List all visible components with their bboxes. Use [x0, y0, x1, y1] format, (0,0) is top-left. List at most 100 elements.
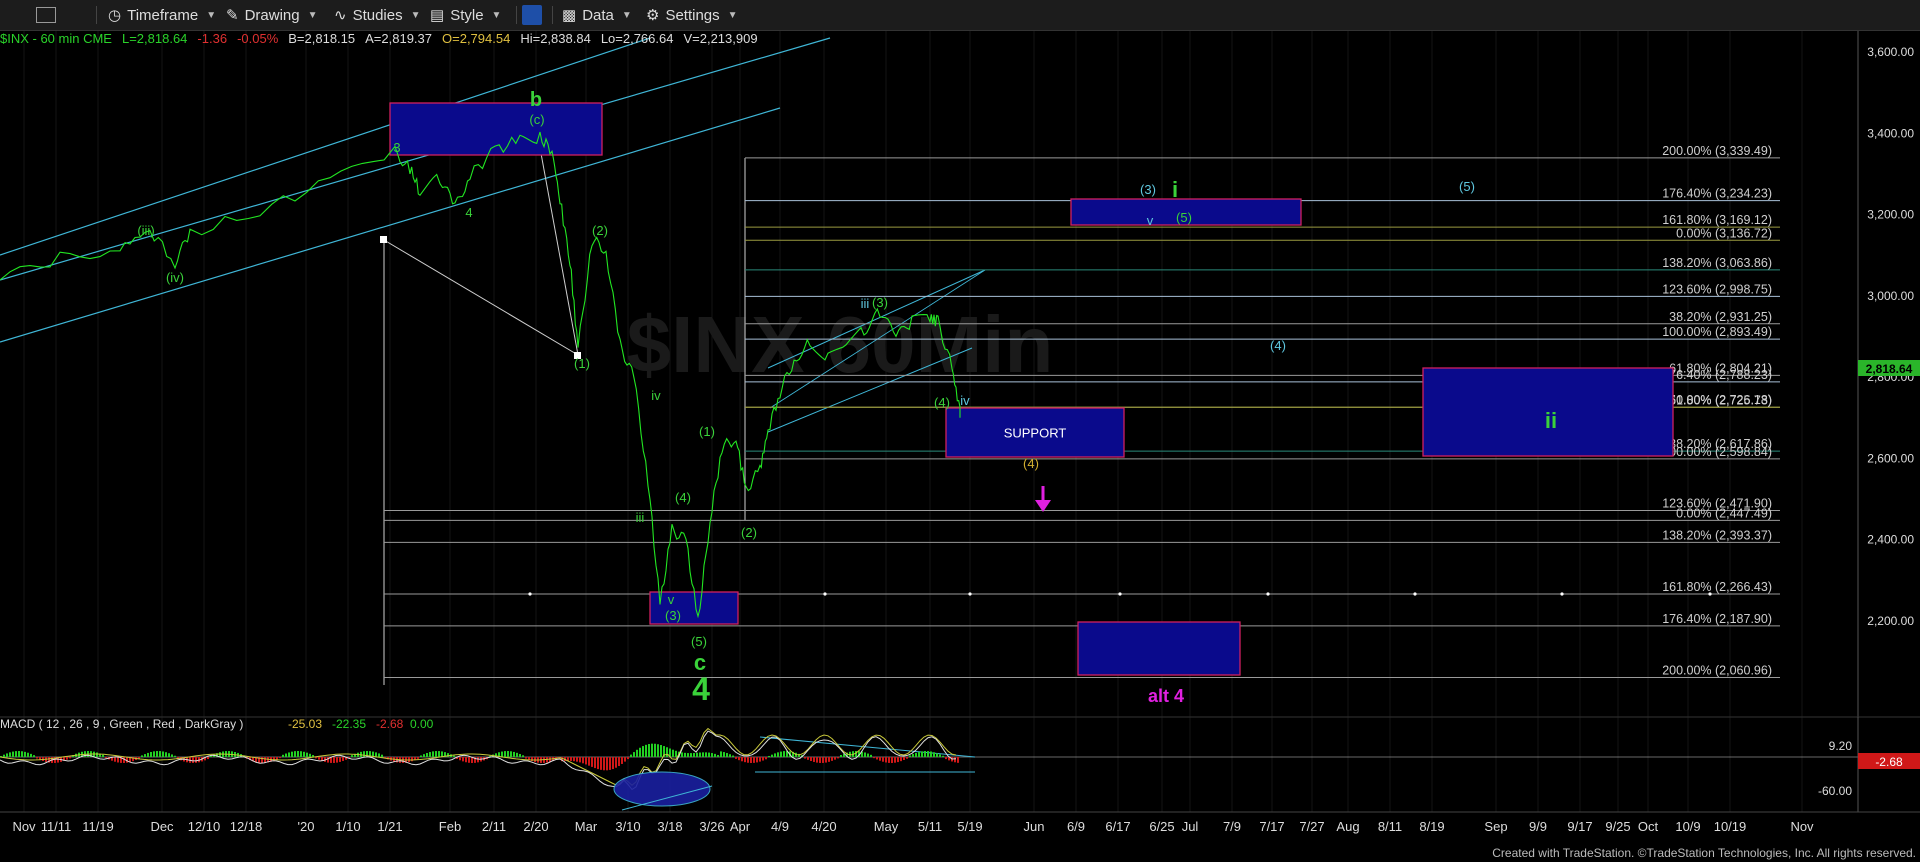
layout-button[interactable] — [522, 4, 542, 26]
volume: V=2,213,909 — [683, 31, 758, 46]
chevron-down-icon: ▼ — [491, 9, 502, 21]
macd-histogram-bar — [837, 757, 839, 759]
layout-icon — [522, 5, 542, 25]
macd-histogram-bar — [714, 753, 716, 757]
high-price: Hi=2,838.84 — [520, 31, 591, 46]
wave-label: (4) — [675, 490, 691, 505]
svg-text:-2.68: -2.68 — [376, 717, 404, 731]
symbol-label: $INX - 60 min CME — [0, 31, 112, 46]
time-tick-label: Dec — [150, 819, 174, 834]
wave-label: (3) — [1140, 182, 1156, 197]
gear-icon: ⚙ — [646, 7, 660, 24]
zone-box[interactable] — [1077, 621, 1241, 676]
macd-histogram-bar — [150, 751, 152, 757]
macd-histogram-bar — [915, 752, 917, 757]
macd-histogram-bar — [30, 753, 32, 757]
time-tick-label: 2/20 — [523, 819, 548, 834]
macd-histogram-bar — [633, 752, 635, 757]
wave-label: 4 — [465, 205, 472, 220]
wave-label: ii — [1545, 408, 1557, 433]
macd-histogram-bar — [753, 757, 755, 763]
svg-text:-25.03: -25.03 — [288, 717, 322, 731]
macd-histogram-bar — [168, 753, 170, 757]
macd-histogram-bar — [15, 751, 17, 757]
macd-histogram-bar — [780, 751, 782, 757]
macd-histogram-bar — [291, 751, 293, 757]
zone-box[interactable] — [389, 102, 603, 156]
fib-label: 38.20% (2,931.25) — [1669, 310, 1772, 324]
wave-label: (iii) — [137, 223, 154, 238]
wave-label: alt 4 — [1148, 686, 1184, 706]
studies-menu[interactable]: ∿ Studies ▼ — [334, 4, 421, 26]
macd-histogram-bar — [825, 757, 827, 763]
time-tick-label: 5/11 — [918, 819, 942, 834]
time-tick-label: May — [874, 819, 899, 834]
time-tick-label: 3/26 — [699, 819, 724, 834]
last-price: L=2,818.64 — [121, 31, 188, 46]
time-tick-label: 10/9 — [1675, 819, 1700, 834]
panel-icon[interactable] — [36, 4, 56, 26]
time-tick-label: Jul — [1182, 819, 1199, 834]
settings-menu[interactable]: ⚙ Settings ▼ — [646, 4, 738, 26]
timeframe-menu[interactable]: ◷ Timeframe ▼ — [108, 4, 216, 26]
macd-histogram-bar — [711, 753, 713, 757]
drawing-menu[interactable]: ✎ Drawing ▼ — [226, 4, 318, 26]
zone-box[interactable] — [649, 591, 739, 625]
time-tick-label: 3/18 — [657, 819, 682, 834]
data-menu[interactable]: ▩ Data ▼ — [562, 4, 632, 26]
macd-histogram-bar — [912, 754, 914, 757]
macd-histogram-bar — [12, 751, 14, 757]
macd-histogram-bar — [96, 752, 98, 757]
macd-histogram-bar — [921, 751, 923, 757]
clock-icon: ◷ — [108, 7, 122, 24]
macd-histogram-bar — [21, 751, 23, 757]
macd-histogram-bar — [930, 751, 932, 757]
macd-histogram-bar — [897, 757, 899, 763]
time-tick-label: 11/19 — [82, 819, 114, 834]
macd-histogram-bar — [810, 757, 812, 761]
macd-histogram-bar — [333, 757, 335, 763]
macd-histogram-bar — [165, 752, 167, 757]
macd-histogram-bar — [585, 757, 587, 765]
macd-histogram-bar — [630, 754, 632, 757]
wave-label: i — [1172, 177, 1178, 202]
macd-histogram-bar — [636, 749, 638, 757]
drawing-label: Drawing — [244, 6, 300, 24]
wave-label: v — [668, 592, 675, 607]
fib-label: 176.40% (3,234.23) — [1662, 187, 1772, 201]
wave-label: (iv) — [166, 270, 184, 285]
macd-histogram-bar — [891, 757, 893, 763]
macd-histogram-bar — [162, 751, 164, 757]
macd-histogram-bar — [906, 757, 908, 759]
macd-histogram-bar — [579, 757, 581, 763]
chevron-down-icon: ▼ — [410, 9, 421, 21]
wave-label: (c) — [529, 112, 544, 127]
style-menu[interactable]: ▤ Style ▼ — [430, 4, 501, 26]
time-tick-label: 8/11 — [1378, 819, 1402, 834]
time-tick-label: Apr — [730, 819, 751, 834]
macd-histogram-bar — [297, 751, 299, 757]
macd-histogram-bar — [519, 753, 521, 757]
svg-text:9.20: 9.20 — [1829, 739, 1853, 753]
svg-text:MACD ( 12 , 26 , 9 , Green , R: MACD ( 12 , 26 , 9 , Green , Red , DarkG… — [0, 717, 243, 731]
price-tick-label: 3,600.00 — [1867, 45, 1914, 59]
macd-histogram-bar — [627, 757, 629, 760]
macd-histogram-bar — [294, 751, 296, 757]
studies-icon: ∿ — [334, 7, 347, 24]
style-icon: ▤ — [430, 7, 445, 24]
level-dot — [823, 592, 827, 596]
macd-histogram-bar — [288, 752, 290, 757]
macd-histogram-bar — [681, 752, 683, 757]
level-dot — [1413, 592, 1417, 596]
macd-histogram-bar — [9, 752, 11, 757]
wave-label: (1) — [699, 424, 715, 439]
macd-histogram-bar — [900, 757, 902, 762]
macd-histogram-bar — [651, 743, 653, 757]
price-chart[interactable]: $INX 60Min 200.00% (3,339.49)176.40% (3,… — [0, 0, 1920, 862]
macd-histogram-bar — [36, 757, 38, 759]
macd-histogram-bar — [510, 751, 512, 757]
macd-histogram-bar — [501, 751, 503, 757]
zone-box-label: SUPPORT — [1004, 426, 1067, 441]
time-tick-label: Nov — [1790, 819, 1814, 834]
fib-label: 76.40% (2,788.23) — [1669, 368, 1772, 382]
